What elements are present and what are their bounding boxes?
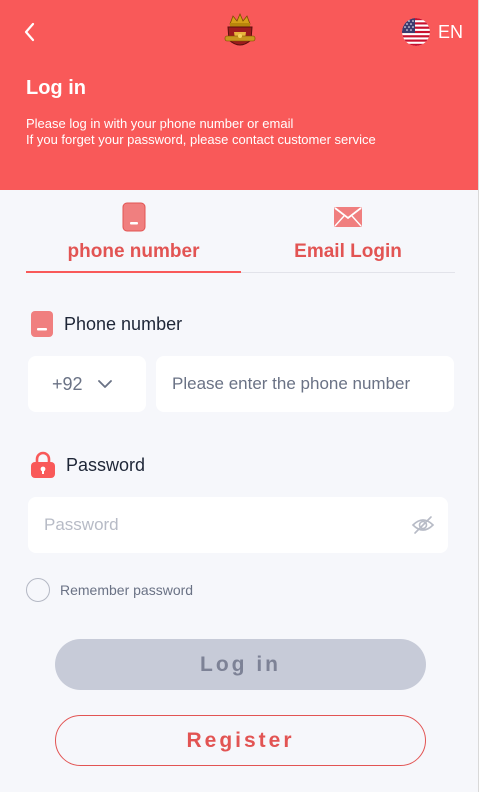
login-screen: EN Log in Please log in with your phone … [0, 0, 479, 792]
subtitle-line-1: Please log in with your phone number or … [26, 116, 294, 131]
tab-active-indicator [26, 271, 241, 273]
envelope-icon [334, 207, 362, 227]
remember-password-toggle[interactable]: Remember password [26, 578, 193, 602]
header: EN Log in Please log in with your phone … [0, 0, 478, 190]
phone-number-input[interactable] [156, 356, 454, 412]
chevron-down-icon [97, 380, 112, 388]
language-selector[interactable]: EN [402, 18, 463, 46]
phone-field-label: Phone number [30, 310, 182, 338]
country-code-select[interactable]: +92 [28, 356, 146, 412]
chevron-left-icon [24, 22, 35, 42]
password-label-text: Password [66, 454, 146, 475]
page-title: Log in [26, 77, 86, 99]
page-edge [479, 0, 487, 792]
login-button[interactable]: Log in [55, 639, 426, 690]
password-field-label: Password [30, 451, 145, 479]
back-button[interactable] [18, 20, 42, 44]
crown-crest-icon [224, 12, 256, 46]
register-button[interactable]: Register [55, 715, 426, 766]
phone-icon [122, 202, 145, 232]
remember-radio[interactable] [26, 578, 50, 602]
password-input[interactable] [28, 497, 448, 553]
phone-label-text: Phone number [64, 313, 183, 334]
tab-email-login[interactable]: Email Login [241, 198, 455, 274]
remember-label: Remember password [60, 582, 194, 598]
app-logo [222, 12, 258, 54]
eye-off-icon [411, 516, 435, 534]
us-flag-icon [402, 18, 430, 46]
lock-icon [31, 451, 55, 478]
tab-phone-number[interactable]: phone number [26, 198, 241, 274]
country-code-value: +92 [52, 373, 83, 394]
subtitle-line-2: If you forget your password, please cont… [26, 132, 376, 147]
tab-email-label: Email Login [294, 241, 402, 262]
language-label: EN [438, 21, 464, 42]
phone-icon [31, 311, 53, 337]
tab-phone-label: phone number [67, 241, 200, 262]
toggle-password-visibility[interactable] [411, 513, 435, 537]
